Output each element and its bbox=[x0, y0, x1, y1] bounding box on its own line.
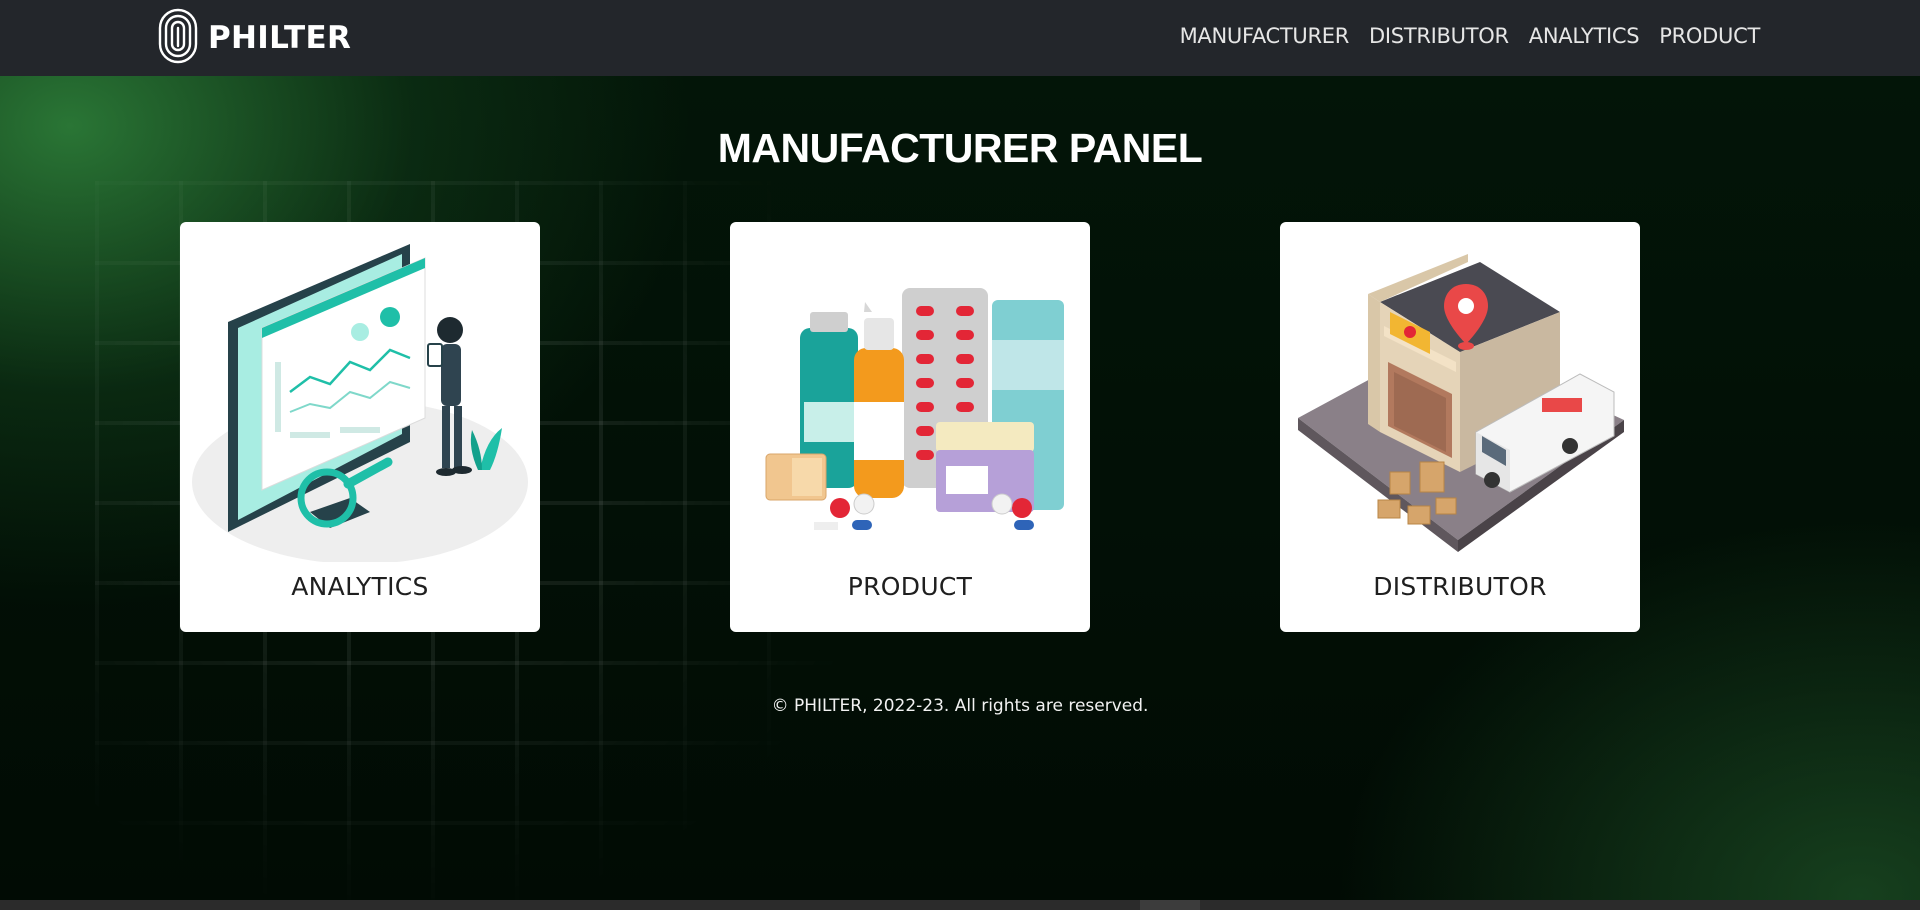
distributor-card[interactable]: DISTRIBUTOR bbox=[1280, 222, 1640, 632]
nav-link-analytics[interactable]: ANALYTICS bbox=[1529, 24, 1640, 48]
distributor-card-label: DISTRIBUTOR bbox=[1373, 572, 1547, 601]
nav-link-manufacturer[interactable]: MANUFACTURER bbox=[1180, 24, 1350, 48]
analytics-dashboard-illustration bbox=[192, 244, 528, 562]
brand-name: PHILTER bbox=[208, 20, 352, 56]
hero-section: MANUFACTURER PANEL ANALYTICS PRODUCT DIS… bbox=[0, 76, 1920, 900]
fingerprint-icon bbox=[158, 8, 198, 69]
top-navbar: PHILTER MANUFACTURER DISTRIBUTOR ANALYTI… bbox=[0, 0, 1920, 76]
medicine-products-illustration bbox=[765, 288, 1064, 530]
product-card-label: PRODUCT bbox=[847, 572, 973, 601]
nav-menu: MANUFACTURER DISTRIBUTOR ANALYTICS PRODU… bbox=[1180, 24, 1761, 48]
brand-logo[interactable]: PHILTER bbox=[158, 8, 352, 69]
delivery-warehouse-illustration bbox=[1298, 254, 1624, 552]
scrollbar-thumb[interactable] bbox=[1140, 900, 1200, 910]
analytics-card-label: ANALYTICS bbox=[291, 572, 429, 601]
nav-link-product[interactable]: PRODUCT bbox=[1659, 24, 1760, 48]
analytics-card[interactable]: ANALYTICS bbox=[180, 222, 540, 632]
bottom-scrollbar[interactable] bbox=[0, 900, 1920, 910]
product-card[interactable]: PRODUCT bbox=[730, 222, 1090, 632]
page-title: MANUFACTURER PANEL bbox=[717, 125, 1203, 171]
nav-link-distributor[interactable]: DISTRIBUTOR bbox=[1369, 24, 1509, 48]
footer-copyright: © PHILTER, 2022-23. All rights are reser… bbox=[771, 696, 1149, 716]
